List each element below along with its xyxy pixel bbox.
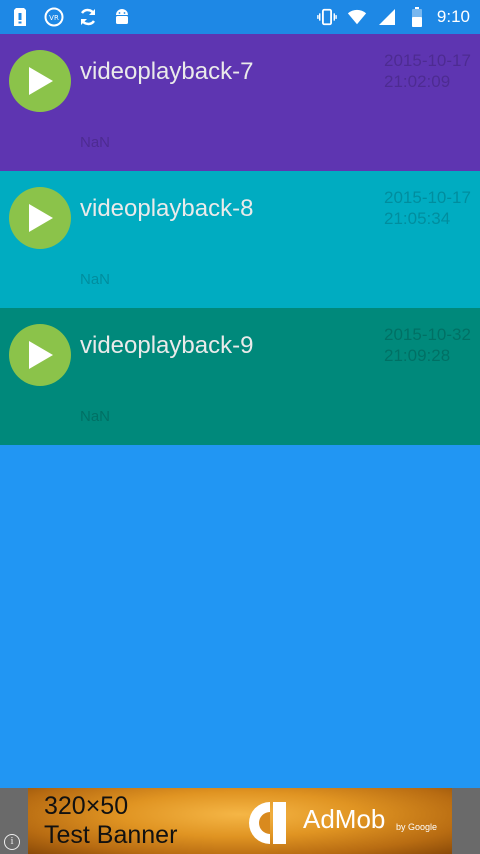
video-title: videoplayback-8 bbox=[80, 195, 254, 222]
admob-by-google: by Google bbox=[396, 822, 438, 832]
battery-icon bbox=[407, 7, 427, 27]
video-title: videoplayback-7 bbox=[80, 58, 254, 85]
vibrate-icon bbox=[317, 7, 337, 27]
status-bar-right: 9:10 bbox=[317, 6, 470, 28]
status-bar: VR 9:10 bbox=[0, 0, 480, 34]
ad-banner[interactable]: 320×50 Test Banner AdMob by Google bbox=[28, 788, 452, 854]
android-icon bbox=[112, 7, 132, 27]
video-date: 2015-10-17 21:02:09 bbox=[384, 51, 471, 91]
wifi-icon bbox=[347, 7, 367, 27]
video-duration: NaN bbox=[80, 134, 111, 151]
ad-info-icon[interactable]: i bbox=[4, 834, 20, 850]
play-icon bbox=[29, 204, 53, 232]
video-duration: NaN bbox=[80, 408, 111, 425]
video-row[interactable]: videoplayback-7 2015-10-17 21:02:09 NaN bbox=[0, 34, 480, 171]
video-title: videoplayback-9 bbox=[80, 332, 254, 359]
video-row[interactable]: videoplayback-8 2015-10-17 21:05:34 NaN bbox=[0, 171, 480, 308]
video-row[interactable]: videoplayback-9 2015-10-32 21:09:28 NaN bbox=[0, 308, 480, 445]
sync-icon bbox=[78, 7, 98, 27]
admob-brand: AdMob bbox=[303, 804, 386, 834]
vr-icon: VR bbox=[44, 7, 64, 27]
play-button[interactable] bbox=[9, 187, 71, 249]
video-date: 2015-10-32 21:09:28 bbox=[384, 325, 471, 365]
status-time: 9:10 bbox=[436, 7, 470, 26]
ad-bar: i 320×50 Test Banner AdMob by Google bbox=[0, 788, 480, 854]
ad-size-label: 320×50 bbox=[44, 792, 129, 820]
video-date: 2015-10-17 21:05:34 bbox=[384, 188, 471, 228]
svg-text:VR: VR bbox=[49, 14, 59, 22]
admob-logo-icon bbox=[249, 802, 286, 844]
status-bar-left: VR bbox=[10, 7, 132, 27]
sd-card-icon bbox=[10, 7, 30, 27]
play-icon bbox=[29, 341, 53, 369]
video-duration: NaN bbox=[80, 271, 111, 288]
play-button[interactable] bbox=[9, 50, 71, 112]
play-button[interactable] bbox=[9, 324, 71, 386]
cell-signal-icon bbox=[377, 7, 397, 27]
play-icon bbox=[29, 67, 53, 95]
ad-test-label: Test Banner bbox=[44, 821, 178, 849]
